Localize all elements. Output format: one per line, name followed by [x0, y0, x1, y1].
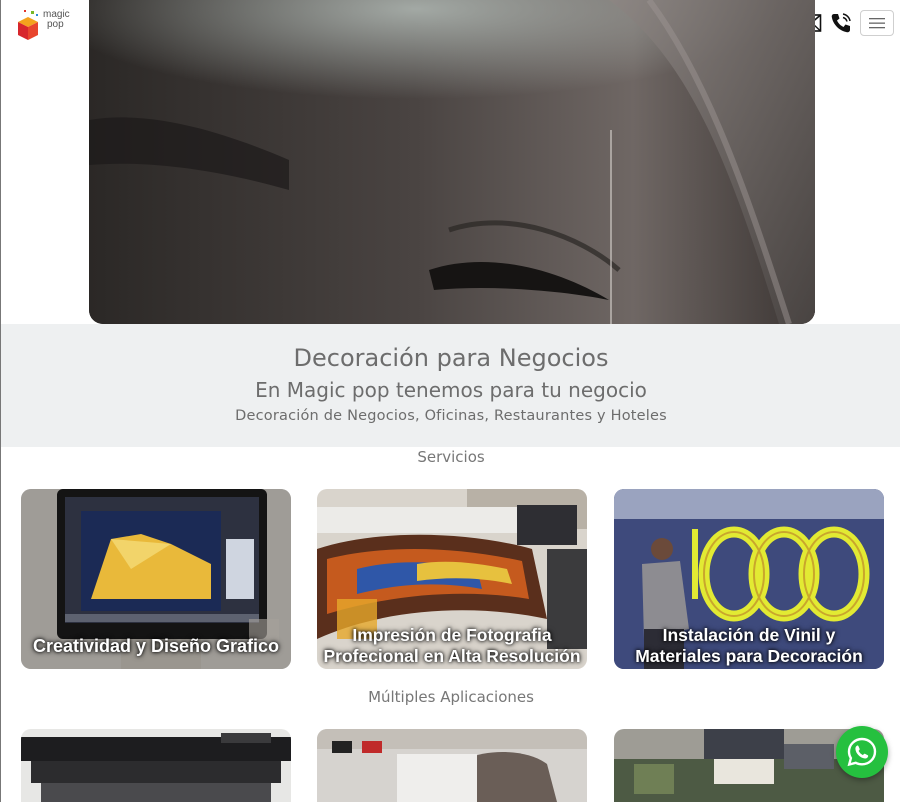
application-card-plotter[interactable]	[21, 729, 291, 802]
hamburger-menu-button[interactable]	[860, 10, 894, 36]
whatsapp-icon	[847, 737, 877, 767]
banner-photo	[317, 729, 587, 802]
service-card-installation[interactable]: Instalación de Vinil y Materiales para D…	[614, 489, 884, 669]
service-card-design[interactable]: Creatividad y Diseño Grafico	[21, 489, 291, 669]
intro-title: Decoración para Negocios	[293, 344, 609, 372]
service-card-printing[interactable]: Impresión de Fotografia Profecional en A…	[317, 489, 587, 669]
logo-text: magic pop	[43, 10, 70, 30]
logo-cube-icon	[18, 10, 38, 40]
phone-icon[interactable]	[830, 12, 852, 34]
logo-line-2: pop	[47, 19, 64, 30]
applications-heading: Múltiples Aplicaciones	[368, 688, 534, 706]
intro-description: Decoración de Negocios, Oficinas, Restau…	[235, 408, 667, 424]
service-card-caption: Impresión de Fotografia Profecional en A…	[323, 625, 581, 666]
whatsapp-button[interactable]	[836, 726, 888, 778]
magic-pop-logo[interactable]: magic pop	[15, 8, 77, 44]
services-heading: Servicios	[417, 448, 485, 466]
plotter-photo	[21, 729, 291, 802]
application-card-banner[interactable]	[317, 729, 587, 802]
intro-subtitle: En Magic pop tenemos para tu negocio	[255, 378, 647, 402]
service-card-caption: Creatividad y Diseño Grafico	[32, 636, 280, 656]
hero-image	[89, 0, 815, 324]
intro-band: Decoración para Negocios En Magic pop te…	[1, 324, 900, 447]
service-card-caption: Instalación de Vinil y Materiales para D…	[635, 625, 863, 666]
hamburger-menu-icon	[869, 18, 885, 29]
